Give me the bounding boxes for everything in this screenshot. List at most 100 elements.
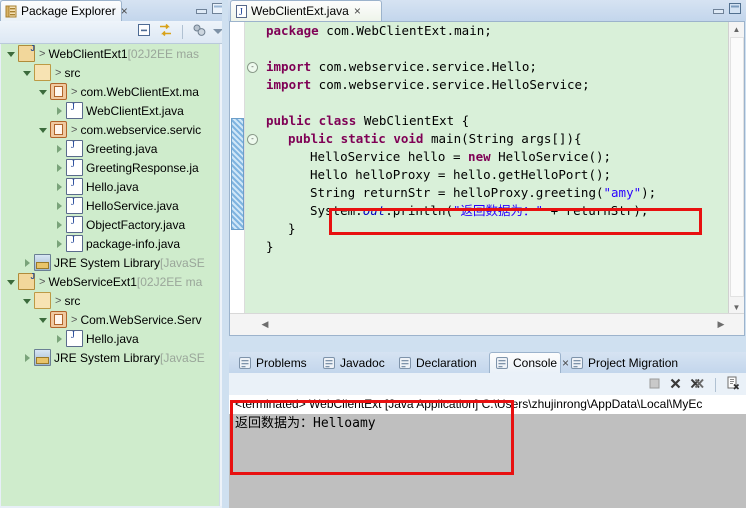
editor-code-lines[interactable]: package com.WebClientExt.main; import co… <box>258 22 728 314</box>
link-with-editor-icon[interactable] <box>158 23 173 40</box>
tab-javadoc[interactable]: Javadoc <box>317 352 389 373</box>
expand-arrow-closed-icon[interactable] <box>23 353 32 362</box>
expand-arrow-closed-icon[interactable] <box>55 239 64 248</box>
expand-arrow-open-icon[interactable] <box>7 49 16 58</box>
editor-horizontal-scrollbar[interactable]: ◀ ▶ <box>230 313 744 335</box>
package-explorer-icon <box>5 5 18 18</box>
tree-item[interactable]: ObjectFactory.java <box>1 215 219 234</box>
expand-arrow-closed-icon[interactable] <box>55 220 64 229</box>
code-token: .println( <box>385 203 453 218</box>
close-icon[interactable]: × <box>354 5 361 17</box>
expand-arrow-closed-icon[interactable] <box>55 182 64 191</box>
editor-overview-thumb[interactable] <box>231 118 244 230</box>
editor-folding-bar[interactable]: -- <box>245 22 259 335</box>
scroll-right-icon[interactable]: ▶ <box>714 317 728 331</box>
code-token: ); <box>641 185 657 200</box>
expand-arrow-open-icon[interactable] <box>23 68 32 77</box>
code-line[interactable]: import com.webservice.service.Hello; <box>258 58 728 76</box>
expand-arrow-open-icon[interactable] <box>39 87 48 96</box>
expand-arrow-open-icon[interactable] <box>39 125 48 134</box>
minimize-icon[interactable] <box>195 6 207 15</box>
source-editor[interactable]: -- package com.WebClientExt.main; import… <box>229 21 745 336</box>
collapse-all-icon[interactable] <box>137 23 151 40</box>
code-line[interactable]: System.out.println("返回数据为：" + returnStr)… <box>258 202 728 220</box>
expand-arrow-closed-icon[interactable] <box>55 163 64 172</box>
expand-arrow-closed-icon[interactable] <box>55 106 64 115</box>
remove-all-terminated-icon[interactable] <box>690 377 705 393</box>
clear-console-icon[interactable] <box>726 376 740 393</box>
code-line[interactable]: import com.webservice.service.HelloServi… <box>258 76 728 94</box>
close-icon[interactable]: × <box>121 5 128 17</box>
code-line[interactable]: } <box>258 220 728 238</box>
filters-icon[interactable] <box>192 23 206 40</box>
editor-window-controls <box>712 3 741 17</box>
tree-item[interactable]: WebClientExt.java <box>1 101 219 120</box>
tree-item[interactable]: > com.webservice.servic <box>1 120 219 139</box>
fold-collapse-icon[interactable]: - <box>247 134 258 145</box>
package-icon <box>50 311 67 328</box>
tree-item[interactable]: JRE System Library [JavaSE <box>1 253 219 272</box>
code-line[interactable]: HelloService hello = new HelloService(); <box>258 148 728 166</box>
expand-arrow-open-icon[interactable] <box>39 315 48 324</box>
console-output-area[interactable]: <terminated> WebClientExt [Java Applicat… <box>229 395 746 508</box>
expand-arrow-open-icon[interactable] <box>7 277 16 286</box>
tree-chevron: > <box>39 275 46 288</box>
remove-launch-icon[interactable] <box>669 377 682 393</box>
code-line[interactable]: } <box>258 238 728 256</box>
code-line[interactable]: Hello helloProxy = hello.getHelloPort(); <box>258 166 728 184</box>
svg-text:J: J <box>239 7 243 18</box>
tab-package-explorer[interactable]: Package Explorer × <box>0 0 128 21</box>
package-explorer-tree[interactable]: >WebClientExt1 [02J2EE mas>src>com.WebCl… <box>1 44 219 506</box>
scroll-up-icon[interactable]: ▲ <box>729 22 744 36</box>
expand-arrow-closed-icon[interactable] <box>55 334 64 343</box>
code-line[interactable]: public class WebClientExt { <box>258 112 728 130</box>
maximize-icon[interactable] <box>729 3 741 17</box>
tree-item[interactable]: >WebClientExt1 [02J2EE mas <box>1 44 219 63</box>
tree-item[interactable]: JRE System Library [JavaSE <box>1 348 219 367</box>
java-file-icon <box>66 197 83 214</box>
code-line[interactable] <box>258 40 728 58</box>
tree-item[interactable]: GreetingResponse.ja <box>1 158 219 177</box>
tree-item[interactable]: > com.WebClientExt.ma <box>1 82 219 101</box>
code-token: } <box>288 221 296 236</box>
tree-item[interactable]: package-info.java <box>1 234 219 253</box>
tree-item[interactable]: Greeting.java <box>1 139 219 158</box>
minimize-icon[interactable] <box>712 6 724 15</box>
editor-area: J WebClientExt.java × -- package com.Web… <box>228 0 746 508</box>
expand-arrow-closed-icon[interactable] <box>55 144 64 153</box>
editor-marker-bar[interactable] <box>230 22 245 335</box>
code-line[interactable]: public static void main(String args[]){ <box>258 130 728 148</box>
tree-item[interactable]: > src <box>1 63 219 82</box>
scroll-down-icon[interactable]: ▼ <box>729 300 744 314</box>
fold-collapse-icon[interactable]: - <box>247 62 258 73</box>
tree-item[interactable]: Hello.java <box>1 177 219 196</box>
tree-item[interactable]: > src <box>1 291 219 310</box>
code-line[interactable]: package com.WebClientExt.main; <box>258 22 728 40</box>
tree-item-label: src <box>64 293 81 308</box>
expand-arrow-open-icon[interactable] <box>23 296 32 305</box>
tree-item-label: src <box>64 65 81 80</box>
tree-item[interactable]: >WebServiceExt1 [02J2EE ma <box>1 272 219 291</box>
code-token: import <box>266 59 312 74</box>
expand-arrow-closed-icon[interactable] <box>23 258 32 267</box>
tab-problems[interactable]: Problems <box>233 352 313 373</box>
tree-item[interactable]: HelloService.java <box>1 196 219 215</box>
code-token: HelloService(); <box>490 149 612 164</box>
tree-item[interactable]: Hello.java <box>1 329 219 348</box>
tab-declaration[interactable]: Declaration <box>393 352 485 373</box>
tree-item[interactable]: > Com.WebService.Serv <box>1 310 219 329</box>
scroll-left-icon[interactable]: ◀ <box>258 317 272 331</box>
editor-vscroll-thumb[interactable] <box>730 37 744 297</box>
editor-vertical-scrollbar[interactable]: ▲ ▼ <box>728 22 744 314</box>
code-token: import <box>266 77 312 92</box>
expand-arrow-closed-icon[interactable] <box>55 201 64 210</box>
tab-project-migration[interactable]: Project Migration <box>565 352 689 373</box>
code-line[interactable] <box>258 94 728 112</box>
code-line[interactable]: String returnStr = helloProxy.greeting("… <box>258 184 728 202</box>
package-explorer-window-controls <box>195 3 224 17</box>
tab-webclientext-java[interactable]: J WebClientExt.java × <box>230 0 382 21</box>
tab-console[interactable]: Console × <box>489 352 569 373</box>
terminate-icon[interactable] <box>648 377 661 393</box>
tree-item-detail: [02J2EE mas <box>127 46 199 61</box>
code-token: WebClientExt { <box>356 113 470 128</box>
